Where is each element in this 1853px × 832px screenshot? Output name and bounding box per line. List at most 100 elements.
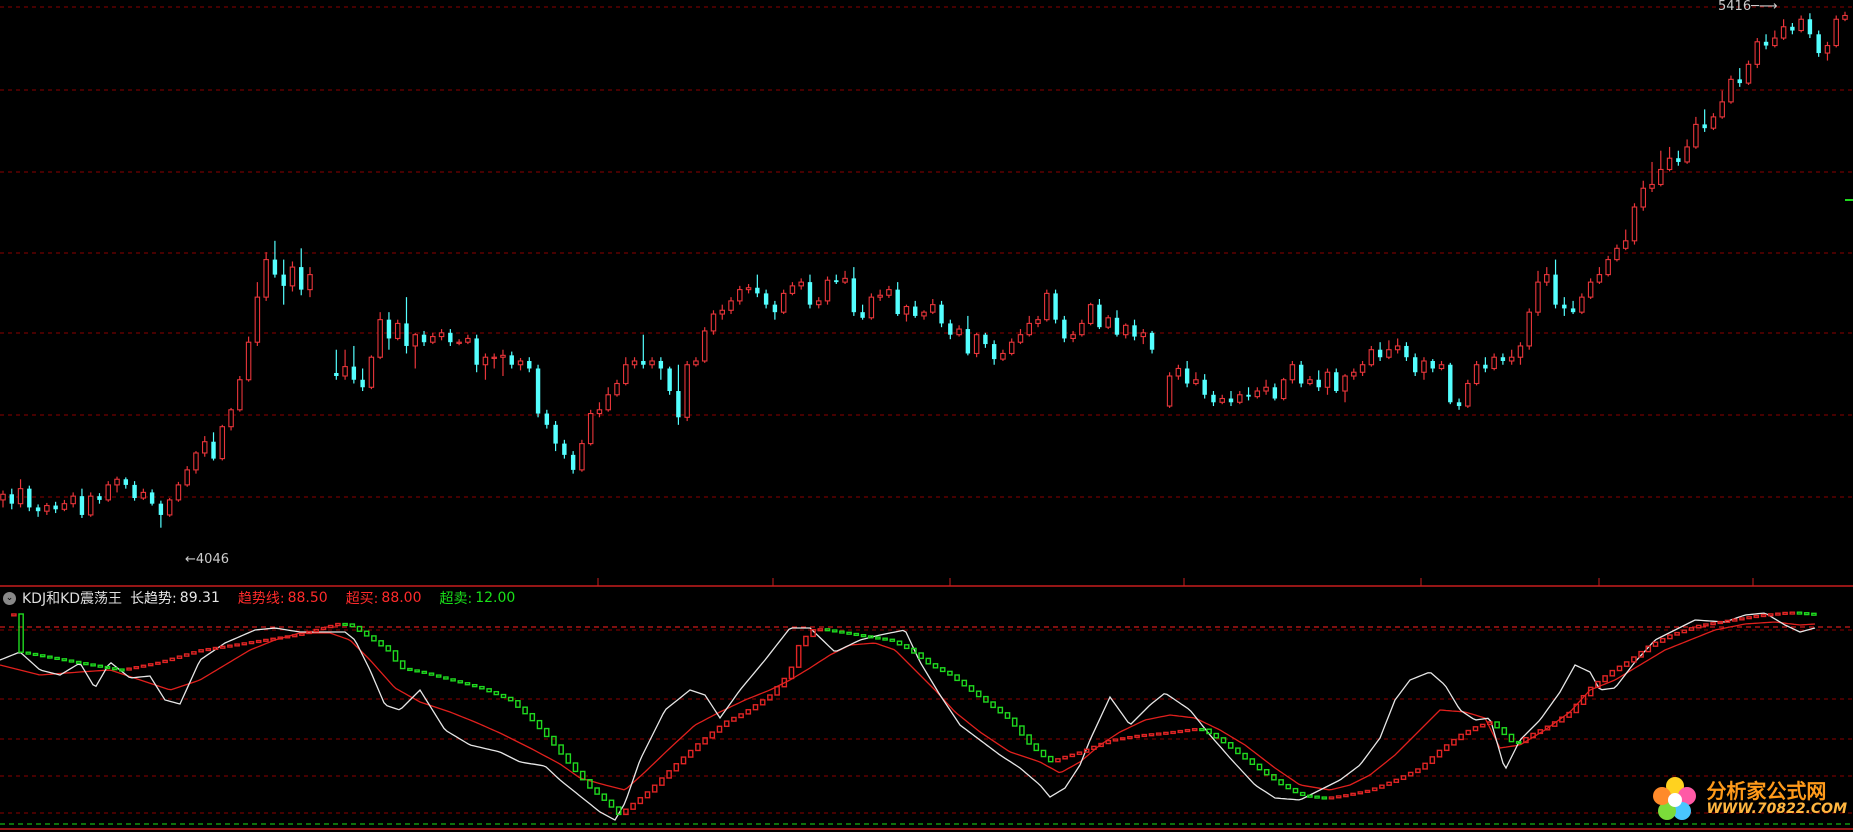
candle-body <box>1079 322 1085 336</box>
candle-body <box>1772 37 1778 47</box>
candle-body <box>245 341 252 381</box>
step-segment <box>875 636 881 640</box>
candle-body <box>1438 364 1445 370</box>
step-segment <box>594 787 600 795</box>
candle-body <box>1166 375 1173 407</box>
step-segment <box>428 672 435 676</box>
candle-body <box>895 289 900 315</box>
candle-body <box>1544 274 1550 283</box>
step-segment <box>551 735 557 746</box>
step-segment <box>1811 612 1817 616</box>
step-segment <box>241 642 248 646</box>
step-segment <box>1019 725 1025 736</box>
step-segment <box>75 660 82 664</box>
candle-body <box>772 304 778 313</box>
candle-body <box>17 488 24 505</box>
candle-body <box>1070 334 1076 339</box>
candle-body <box>1456 402 1462 407</box>
step-segment <box>1703 623 1709 627</box>
step-segment <box>515 700 521 708</box>
candle-body <box>1430 360 1435 369</box>
candle-body <box>1614 247 1620 261</box>
candle-body <box>307 274 313 291</box>
step-segment <box>1767 613 1774 617</box>
step-segment <box>1350 792 1356 796</box>
candle-body <box>824 279 831 302</box>
candle-body <box>1377 349 1383 358</box>
candle-body <box>614 382 620 396</box>
step-segment <box>961 679 968 687</box>
candle-body <box>623 364 629 385</box>
step-segment <box>1667 634 1673 640</box>
candle-body <box>1193 379 1199 385</box>
candle-body <box>745 287 752 291</box>
step-segment <box>601 793 608 801</box>
step-segment <box>1436 749 1443 758</box>
candle-body <box>1184 368 1190 384</box>
candle-body <box>1605 259 1611 276</box>
candle-body <box>1816 34 1821 54</box>
step-segment <box>1739 617 1745 621</box>
candle-body <box>201 441 208 454</box>
watermark-title: 分析家公式网 <box>1706 779 1827 804</box>
candle-body <box>1097 304 1102 328</box>
step-segment <box>839 630 845 634</box>
step-segment <box>1415 768 1421 774</box>
candle-body <box>579 443 585 471</box>
candle-body <box>763 293 769 305</box>
candlestick-series <box>0 11 1848 528</box>
candle-body <box>219 426 226 460</box>
step-segment <box>788 666 795 680</box>
step-segment <box>1688 627 1695 631</box>
collapse-icon[interactable]: ⌄ <box>3 591 16 605</box>
step-segment <box>18 613 24 653</box>
candle-body <box>360 379 365 388</box>
step-segment <box>1055 758 1061 763</box>
candle-body <box>544 413 550 425</box>
candle-body <box>1448 364 1453 403</box>
candle-body <box>1622 240 1629 249</box>
candle-body <box>394 322 401 339</box>
watermark: 分析家公式网 WWW.70822.COM <box>1650 774 1847 824</box>
step-segment <box>745 708 752 715</box>
candle-body <box>1640 187 1647 208</box>
candle-body <box>1587 281 1594 298</box>
step-segment <box>1782 611 1788 615</box>
candle-body <box>798 281 804 287</box>
step-segment <box>1004 712 1011 719</box>
candle-body <box>237 379 243 411</box>
step-segment <box>486 688 492 693</box>
step-segment <box>918 652 924 660</box>
candle-body <box>701 330 708 362</box>
watermark-url: WWW.70822.COM <box>1706 801 1847 818</box>
candle-body <box>9 494 14 504</box>
step-segment <box>1422 762 1428 770</box>
step-segment <box>716 725 723 733</box>
candle-body <box>939 304 944 324</box>
candle-body <box>676 391 681 418</box>
step-segment <box>709 731 716 739</box>
candle-body <box>123 479 128 485</box>
indicator-header: ⌄ KDJ和KD震荡王 长趋势: 89.31 趋势线: 88.50 超买: 88… <box>0 587 533 609</box>
candle-body <box>1483 364 1488 369</box>
step-segment <box>299 632 305 636</box>
candle-body <box>377 319 383 358</box>
candle-body <box>1219 397 1225 403</box>
candle-body <box>1149 332 1155 350</box>
candle-body <box>299 267 304 290</box>
step-segment <box>111 667 118 671</box>
candle-body <box>1140 332 1147 338</box>
candle-body <box>456 341 462 344</box>
flower-logo-icon <box>1650 774 1700 824</box>
high-price-label: 5416─⟶ <box>1718 0 1778 14</box>
step-segment <box>954 674 960 682</box>
step-segment <box>975 690 982 698</box>
step-segment <box>882 637 888 641</box>
step-segment <box>1602 675 1608 683</box>
candle-body <box>158 503 164 515</box>
candle-body <box>631 360 638 366</box>
step-segment <box>1616 665 1623 672</box>
step-segment <box>723 720 730 728</box>
chart-canvas[interactable] <box>0 0 1853 832</box>
step-segment <box>407 667 413 672</box>
